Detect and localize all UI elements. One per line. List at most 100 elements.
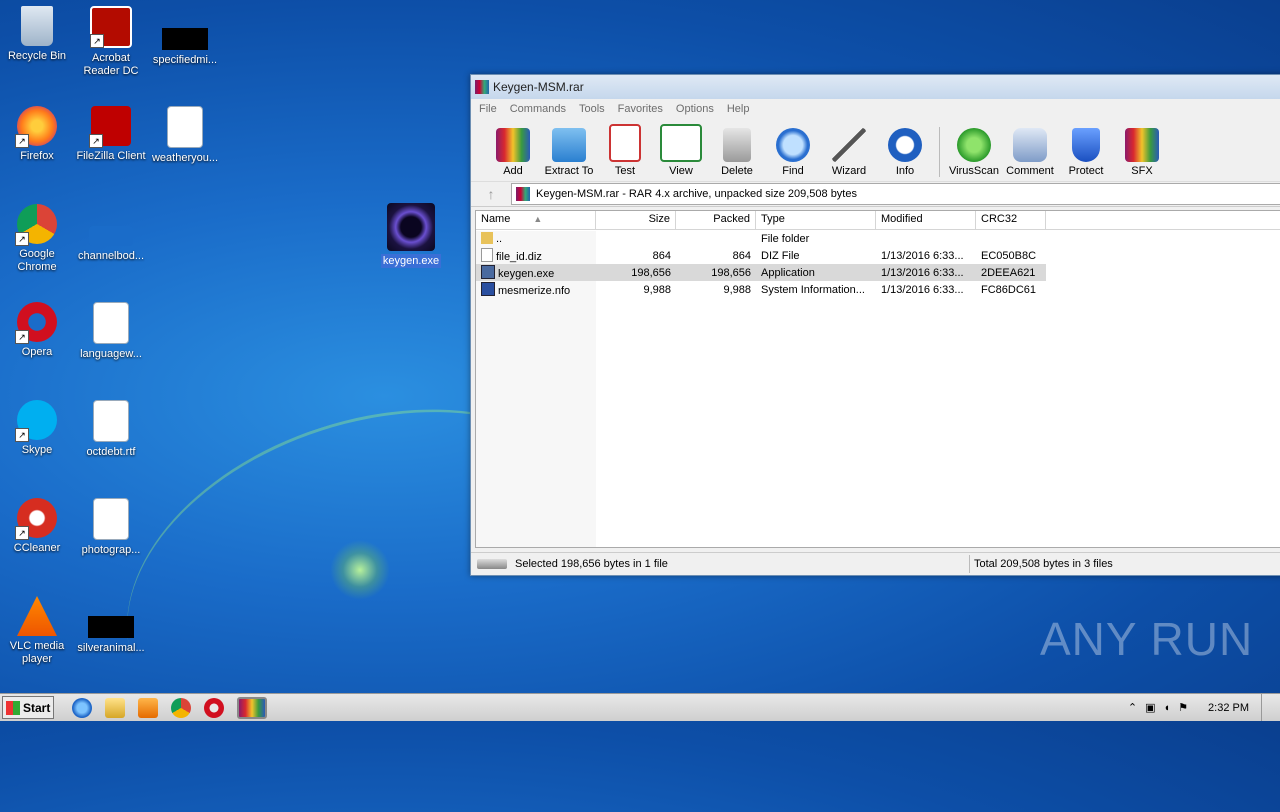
find-magnifier-icon	[776, 128, 810, 162]
comment-button[interactable]: Comment	[1002, 128, 1058, 181]
start-button[interactable]: Start	[2, 696, 54, 719]
desktop-icon-skype[interactable]: ↗ Skype	[0, 400, 74, 457]
desktop-icon-vlc[interactable]: VLC media player	[0, 596, 74, 666]
tray-expand-icon[interactable]: ⌃	[1128, 701, 1137, 714]
comment-icon	[1013, 128, 1047, 162]
list-item[interactable]: mesmerize.nfo 9,988 9,988 System Informa…	[476, 281, 1280, 298]
info-icon	[888, 128, 922, 162]
wallpaper-glow	[330, 540, 390, 600]
column-packed[interactable]: Packed	[676, 211, 756, 229]
menu-commands[interactable]: Commands	[510, 103, 566, 115]
application-icon	[481, 265, 495, 279]
column-crc32[interactable]: CRC32	[976, 211, 1046, 229]
menu-file[interactable]: File	[479, 103, 497, 115]
delete-button[interactable]: Delete	[709, 128, 765, 181]
taskbar: Start ⌃ ▣ ◖ ⚑ 2:32 PM	[0, 693, 1280, 721]
desktop-icon-recycle-bin[interactable]: Recycle Bin	[0, 6, 74, 63]
view-book-icon	[660, 124, 702, 162]
drive-icon	[477, 559, 507, 569]
action-center-flag-icon[interactable]: ⚑	[1178, 701, 1188, 714]
up-arrow-icon[interactable]: ↑	[471, 186, 511, 202]
virusscan-button[interactable]: VirusScan	[946, 128, 1002, 181]
media-player-icon[interactable]	[138, 697, 158, 718]
toolbar: Add Extract To Test View Delete Find Wiz…	[471, 119, 1280, 182]
add-button[interactable]: Add	[485, 128, 541, 181]
acrobat-icon: ↗	[90, 6, 132, 48]
column-type[interactable]: Type	[756, 211, 876, 229]
status-total: Total 209,508 bytes in 3 files	[974, 558, 1113, 570]
vlc-icon	[17, 596, 57, 636]
column-size[interactable]: Size	[596, 211, 676, 229]
desktop-icon-keygen[interactable]: keygen.exe	[380, 200, 442, 268]
folder-icon	[481, 232, 493, 244]
ie-icon[interactable]	[72, 697, 92, 718]
test-button[interactable]: Test	[597, 124, 653, 181]
word-doc-icon	[93, 302, 129, 344]
desktop-icon-channelbod[interactable]: channelbod...	[74, 226, 148, 263]
menu-tools[interactable]: Tools	[579, 103, 605, 115]
info-button[interactable]: Info	[877, 128, 933, 181]
desktop-icon-photograp[interactable]: photograp...	[74, 498, 148, 557]
desktop-icon-firefox[interactable]: ↗ Firefox	[0, 106, 74, 163]
desktop-icon-silveranimal[interactable]: silveranimal...	[74, 616, 148, 655]
chrome-taskbar-icon[interactable]	[171, 697, 191, 718]
blacked-file-icon	[88, 616, 134, 638]
show-desktop-button[interactable]	[1261, 694, 1270, 721]
word-doc-icon	[93, 498, 129, 540]
column-modified[interactable]: Modified	[876, 211, 976, 229]
window-titlebar[interactable]: Keygen-MSM.rar	[471, 75, 1280, 99]
ccleaner-icon: ↗	[15, 498, 57, 540]
address-bar: ↑ Keygen-MSM.rar - RAR 4.x archive, unpa…	[471, 182, 1280, 207]
wizard-wand-icon	[832, 128, 866, 162]
explorer-folder-icon[interactable]	[105, 697, 125, 718]
volume-icon[interactable]: ◖	[1164, 702, 1171, 714]
recycle-bin-icon	[21, 6, 53, 46]
view-button[interactable]: View	[653, 124, 709, 181]
blacked-file-icon	[162, 28, 208, 50]
menu-favorites[interactable]: Favorites	[618, 103, 663, 115]
desktop-icon-opera[interactable]: ↗ Opera	[0, 302, 74, 359]
list-item[interactable]: .. File folder	[476, 230, 1280, 247]
extract-to-button[interactable]: Extract To	[541, 128, 597, 181]
desktop-icon-ccleaner[interactable]: ↗ CCleaner	[0, 498, 74, 555]
winrar-icon	[475, 80, 489, 94]
word-doc-icon	[167, 106, 203, 148]
system-info-icon	[481, 282, 495, 296]
list-item[interactable]: file_id.diz 864 864 DIZ File 1/13/2016 6…	[476, 247, 1280, 264]
desktop-icon-acrobat[interactable]: ↗ Acrobat Reader DC	[74, 6, 148, 78]
network-icon[interactable]: ▣	[1145, 701, 1155, 714]
word-doc-icon	[93, 400, 129, 442]
winrar-window: Keygen-MSM.rar File Commands Tools Favor…	[470, 74, 1280, 576]
winrar-taskbar-icon[interactable]	[237, 696, 267, 719]
sfx-icon	[1125, 128, 1159, 162]
address-path[interactable]: Keygen-MSM.rar - RAR 4.x archive, unpack…	[511, 183, 1280, 205]
desktop-icon-chrome[interactable]: ↗ Google Chrome	[0, 204, 74, 274]
desktop-icon-languagew[interactable]: languagew...	[74, 302, 148, 361]
protect-button[interactable]: Protect	[1058, 128, 1114, 181]
column-name[interactable]: Name ▲	[476, 211, 596, 229]
chrome-icon: ↗	[15, 204, 57, 246]
sfx-button[interactable]: SFX	[1114, 128, 1170, 181]
list-item-selected[interactable]: keygen.exe 198,656 198,656 Application 1…	[476, 264, 1046, 281]
desktop-icon-weatheryou[interactable]: weatheryou...	[148, 106, 222, 165]
protect-shield-icon	[1072, 128, 1100, 162]
wizard-button[interactable]: Wizard	[821, 128, 877, 181]
desktop-icon-filezilla[interactable]: ↗ FileZilla Client	[74, 106, 148, 163]
status-bar: Selected 198,656 bytes in 1 file Total 2…	[471, 552, 1280, 575]
add-icon	[496, 128, 530, 162]
find-button[interactable]: Find	[765, 128, 821, 181]
virusscan-icon	[957, 128, 991, 162]
file-list: Name ▲ Size Packed Type Modified CRC32 .…	[475, 210, 1280, 548]
list-header: Name ▲ Size Packed Type Modified CRC32	[476, 211, 1280, 230]
status-selected: Selected 198,656 bytes in 1 file	[515, 558, 668, 570]
desktop-icon-specifiedmi[interactable]: specifiedmi...	[148, 28, 222, 67]
opera-taskbar-icon[interactable]	[204, 697, 224, 718]
toolbar-separator	[939, 127, 940, 177]
delete-trash-icon	[723, 128, 751, 162]
menu-options[interactable]: Options	[676, 103, 714, 115]
clock[interactable]: 2:32 PM	[1208, 702, 1249, 714]
desktop-icon-octdebt[interactable]: octdebt.rtf	[74, 400, 148, 459]
opera-icon: ↗	[15, 302, 57, 344]
watermark-logo: ANY RUN	[1040, 613, 1254, 665]
menu-help[interactable]: Help	[727, 103, 750, 115]
